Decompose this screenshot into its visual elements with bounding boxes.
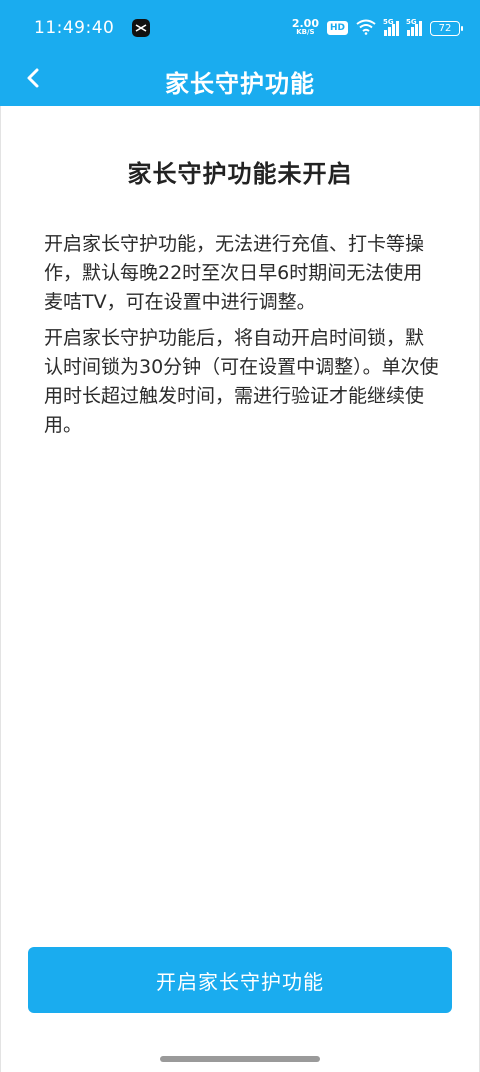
enable-guardian-button[interactable]: 开启家长守护功能 — [28, 947, 452, 1013]
battery-level: 72 — [438, 22, 452, 34]
signal-sim1-icon: 5G — [383, 18, 399, 36]
battery-icon: 72 — [430, 20, 463, 36]
capcut-icon — [132, 19, 151, 37]
back-button[interactable] — [16, 60, 50, 100]
sim2-label: 5G — [406, 18, 417, 26]
signal-sim2-icon: 5G — [406, 18, 422, 36]
sim1-label: 5G — [383, 18, 394, 26]
description-paragraph-2: 开启家长守护功能后，将自动开启时间锁，默认时间锁为30分钟（可在设置中调整）。单… — [44, 327, 439, 436]
net-speed-unit: KB/S — [296, 28, 315, 36]
description-paragraph-1: 开启家长守护功能，无法进行充值、打卡等操作，默认每晚22时至次日早6时期间无法使… — [44, 233, 425, 313]
nav-bar: 家长守护功能 — [0, 56, 480, 106]
enable-guardian-button-label: 开启家长守护功能 — [156, 969, 324, 994]
net-speed: 2.00 KB/S — [291, 17, 319, 37]
page-title: 家长守护功能 — [165, 69, 315, 98]
net-speed-value: 2.00 — [291, 17, 319, 30]
home-indicator[interactable] — [160, 1056, 320, 1062]
status-bar: 11:49:40 2.00 KB/S HD 5G 5G 72 — [0, 0, 480, 56]
chevron-left-icon — [25, 67, 41, 93]
status-indicators: 2.00 KB/S HD 5G 5G 72 — [291, 17, 463, 38]
app-header: 11:49:40 2.00 KB/S HD 5G 5G 72 家长守护功能 — [0, 0, 480, 106]
status-time: 11:49:40 — [34, 18, 115, 38]
wifi-icon — [356, 19, 376, 38]
hd-icon: HD — [326, 21, 348, 35]
section-heading: 家长守护功能未开启 — [127, 160, 353, 188]
